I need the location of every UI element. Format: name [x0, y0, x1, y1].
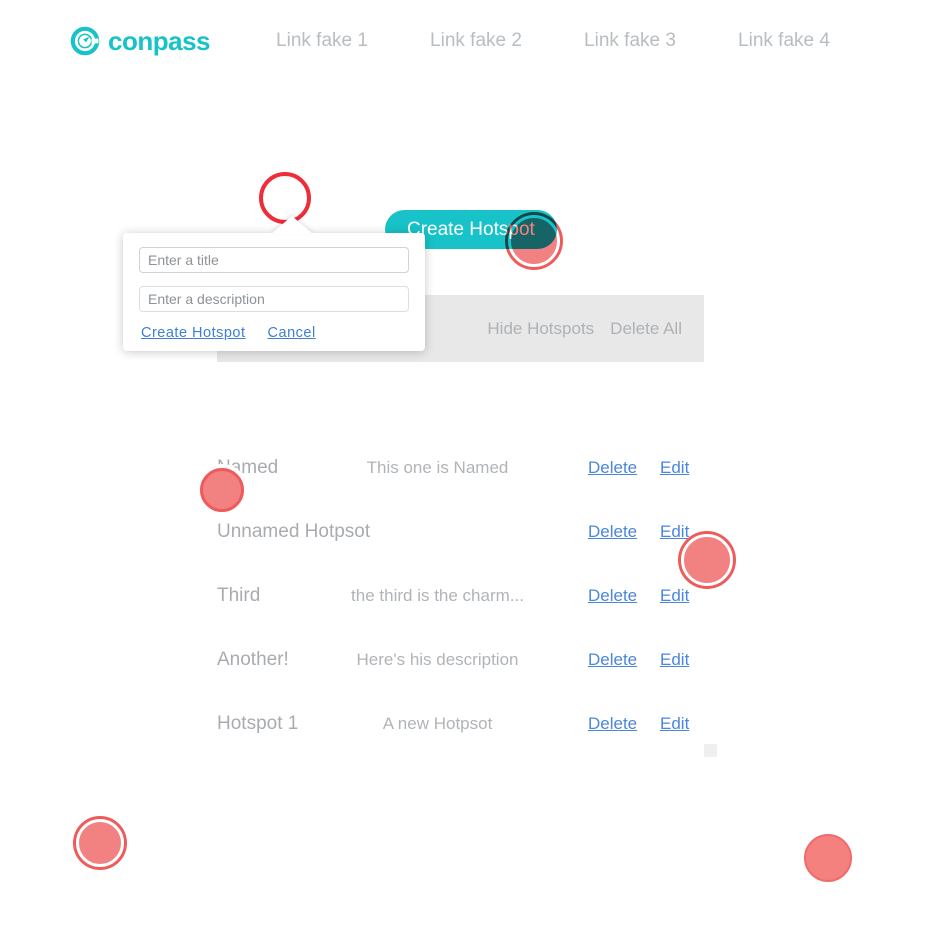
row-edit-button[interactable]: Edit: [660, 458, 704, 478]
row-delete-button[interactable]: Delete: [588, 586, 660, 606]
hotspot-stage: Hide Hotspots Delete All Create Hotspot …: [0, 82, 933, 949]
placeholder-square: [704, 744, 717, 757]
nav-link-3[interactable]: Link fake 3: [553, 30, 707, 52]
row-title: Another!: [217, 649, 289, 670]
row-description: This one is Named: [366, 458, 509, 477]
hotspot-marker-lower-left[interactable]: [76, 819, 124, 867]
row-delete-button[interactable]: Delete: [588, 650, 660, 670]
row-delete-button[interactable]: Delete: [588, 522, 660, 542]
row-edit-button[interactable]: Edit: [660, 650, 704, 670]
hotspot-marker-named[interactable]: [196, 464, 248, 516]
hide-hotspots-button[interactable]: Hide Hotspots: [479, 319, 602, 339]
compass-circle-icon: [70, 26, 100, 56]
hotspot-title-input[interactable]: [139, 247, 409, 273]
nav-link-4[interactable]: Link fake 4: [707, 30, 861, 52]
row-description: the third is the charm...: [351, 586, 524, 605]
hotspot-description-input[interactable]: [139, 286, 409, 312]
delete-all-button[interactable]: Delete All: [602, 319, 690, 339]
row-title: Unnamed Hotpsot: [217, 521, 371, 542]
row-title: Third: [217, 585, 261, 606]
popup-actions: Create Hotspot Cancel: [139, 325, 409, 341]
row-delete-button[interactable]: Delete: [588, 714, 660, 734]
table-row: Third the third is the charm... Delete E…: [217, 564, 704, 628]
create-hotspot-popup: Create Hotspot Cancel: [123, 233, 425, 351]
hotspot-list: Named This one is Named Delete Edit Unna…: [217, 436, 704, 756]
popup-create-hotspot-link[interactable]: Create Hotspot: [141, 325, 246, 341]
table-row: Hotspot 1 A new Hotpsot Delete Edit: [217, 692, 704, 756]
hotspot-marker-third[interactable]: [681, 534, 733, 586]
row-description: A new Hotpsot: [382, 714, 493, 733]
row-edit-button[interactable]: Edit: [660, 586, 704, 606]
row-description: Here's his description: [356, 650, 519, 669]
row-title: Hotspot 1: [217, 713, 299, 734]
brand-logo-link[interactable]: conpass: [70, 26, 211, 56]
primary-nav: Link fake 1 Link fake 2 Link fake 3 Link…: [245, 30, 861, 52]
table-row: Named This one is Named Delete Edit: [217, 436, 704, 500]
table-row: Unnamed Hotpsot Delete Edit: [217, 500, 704, 564]
row-edit-button[interactable]: Edit: [660, 714, 704, 734]
nav-link-1[interactable]: Link fake 1: [245, 30, 399, 52]
hotspot-marker-lower-right[interactable]: [804, 834, 852, 882]
hotspot-marker-on-button[interactable]: [508, 215, 560, 267]
brand-name: conpass: [108, 26, 211, 56]
table-row: Another! Here's his description Delete E…: [217, 628, 704, 692]
popup-cancel-link[interactable]: Cancel: [268, 325, 316, 341]
row-delete-button[interactable]: Delete: [588, 458, 660, 478]
site-header: conpass Link fake 1 Link fake 2 Link fak…: [0, 0, 933, 82]
nav-link-2[interactable]: Link fake 2: [399, 30, 553, 52]
